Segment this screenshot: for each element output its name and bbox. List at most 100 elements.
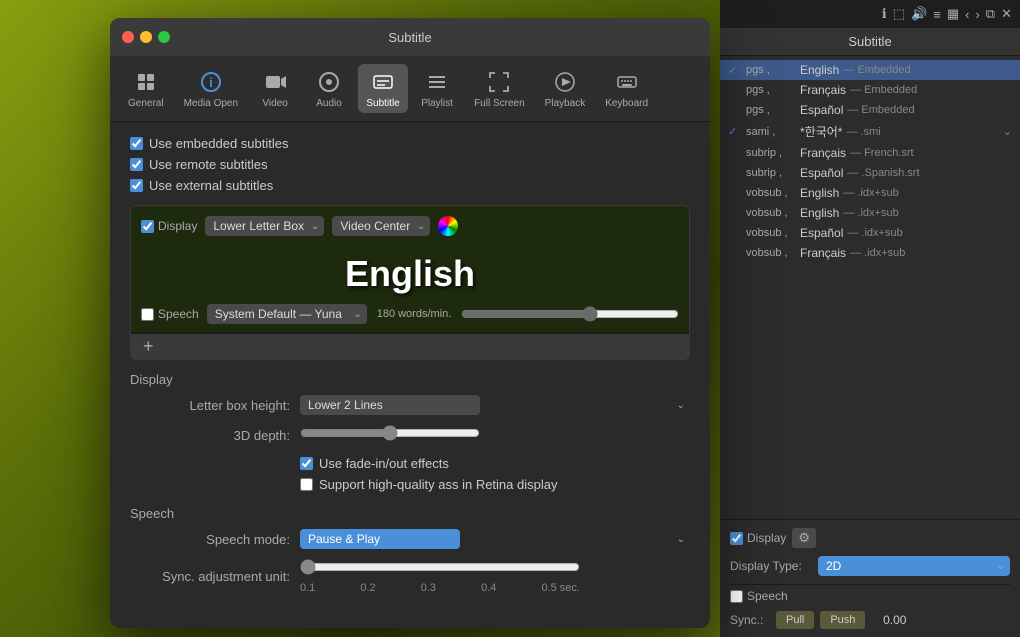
- use-embedded-row[interactable]: Use embedded subtitles: [130, 136, 690, 151]
- right-speech-row: Speech: [730, 589, 1010, 603]
- subtitle-item[interactable]: subrip , Español — .Spanish.srt: [720, 163, 1020, 183]
- video-center-select[interactable]: Video Center: [332, 216, 430, 236]
- subtitle-item[interactable]: vobsub , Español — .idx+sub: [720, 223, 1020, 243]
- toolbar-playback[interactable]: Playback: [537, 64, 594, 113]
- sync-value: 0.00: [871, 613, 906, 627]
- toolbar-playlist[interactable]: Playlist: [412, 64, 462, 113]
- fade-effects-text: Use fade-in/out effects: [319, 456, 449, 471]
- sync-mark-4: 0.4: [481, 582, 496, 594]
- right-display-checkbox-label[interactable]: Display: [730, 531, 786, 545]
- letter-box-select[interactable]: Lower Letter Box: [205, 216, 324, 236]
- display-type-select[interactable]: 2D: [818, 556, 1010, 576]
- sync-adjustment-control: 0.1 0.2 0.3 0.4 0.5 sec.: [300, 559, 690, 594]
- check-icon: ✓: [728, 125, 742, 138]
- right-display-label-text: Display: [747, 531, 786, 545]
- subtitle-format: vobsub ,: [746, 187, 796, 199]
- sync-push-button[interactable]: Push: [820, 611, 865, 629]
- use-external-row[interactable]: Use external subtitles: [130, 178, 690, 193]
- sync-adjustment-slider[interactable]: [300, 559, 580, 575]
- subtitle-icon: [369, 68, 397, 96]
- more-icon[interactable]: ✕: [1001, 6, 1012, 22]
- subtitle-item[interactable]: vobsub , English — .idx+sub: [720, 183, 1020, 203]
- subtitle-format: sami ,: [746, 126, 796, 138]
- subtitle-item[interactable]: pgs , Français — Embedded: [720, 80, 1020, 100]
- right-toolbar: ℹ ⬚ 🔊 ≡ ▦ ‹ › ⧉ ✕: [720, 0, 1020, 28]
- subtitle-item[interactable]: pgs , Español — Embedded: [720, 100, 1020, 120]
- subtitle-item[interactable]: vobsub , Français — .idx+sub: [720, 243, 1020, 263]
- add-subtitle-button[interactable]: +: [131, 333, 689, 359]
- volume-icon[interactable]: 🔊: [911, 6, 927, 22]
- info-icon[interactable]: ℹ: [882, 6, 887, 22]
- toolbar-fullscreen-label: Full Screen: [474, 98, 525, 109]
- speech-section-heading: Speech: [130, 506, 690, 521]
- speech-controls: System Default — Yuna 180 words/min.: [207, 304, 679, 324]
- fullscreen-icon: [485, 68, 513, 96]
- subtitle-item[interactable]: vobsub , English — .idx+sub: [720, 203, 1020, 223]
- pip-icon[interactable]: ⧉: [986, 6, 995, 22]
- forward-icon[interactable]: ›: [975, 7, 979, 22]
- expand-icon[interactable]: ⌄: [1003, 125, 1012, 138]
- toolbar-fullscreen[interactable]: Full Screen: [466, 64, 533, 113]
- toolbar-keyboard[interactable]: Keyboard: [597, 64, 656, 113]
- right-display-settings-button[interactable]: ⚙: [792, 528, 816, 548]
- subtitle-source: — Embedded: [847, 104, 914, 116]
- back-icon[interactable]: ‹: [965, 7, 969, 22]
- toolbar-general[interactable]: General: [120, 64, 172, 113]
- letter-box-height-wrapper: Lower 2 Lines: [300, 395, 690, 415]
- toolbar-subtitle[interactable]: Subtitle: [358, 64, 408, 113]
- toolbar-general-label: General: [128, 98, 164, 109]
- 3d-depth-slider[interactable]: [300, 425, 480, 441]
- subtitle-lang: English: [800, 63, 839, 77]
- subtitle-preview-box: Display Lower Letter Box Video Center En…: [130, 205, 690, 360]
- fade-effects-label[interactable]: Use fade-in/out effects: [300, 456, 449, 471]
- right-speech-checkbox[interactable]: [730, 590, 743, 603]
- fullscreen-button[interactable]: [158, 31, 170, 43]
- system-default-select[interactable]: System Default — Yuna: [207, 304, 367, 324]
- use-external-checkbox[interactable]: [130, 179, 143, 192]
- subtitle-format: pgs ,: [746, 104, 796, 116]
- toolbar-media-open[interactable]: i Media Open: [176, 64, 246, 113]
- speech-checkbox-label[interactable]: Speech: [141, 307, 199, 321]
- subtitle-format: subrip ,: [746, 147, 796, 159]
- subtitle-item[interactable]: subrip , Français — French.srt: [720, 143, 1020, 163]
- toolbar-video-label: Video: [262, 98, 287, 109]
- toolbar-video[interactable]: Video: [250, 64, 300, 113]
- toolbar-media-label: Media Open: [184, 98, 238, 109]
- subtitle-lang: English: [800, 186, 839, 200]
- subtitle-format: pgs ,: [746, 84, 796, 96]
- display-icon[interactable]: ⬚: [893, 6, 905, 22]
- subtitle-lang: Español: [800, 226, 843, 240]
- use-remote-checkbox[interactable]: [130, 158, 143, 171]
- high-quality-checkbox[interactable]: [300, 478, 313, 491]
- 3d-depth-control: [300, 425, 690, 446]
- right-display-checkbox[interactable]: [730, 532, 743, 545]
- sync-pull-button[interactable]: Pull: [776, 611, 814, 629]
- speech-checkbox[interactable]: [141, 308, 154, 321]
- chapters-icon[interactable]: ≡: [933, 7, 941, 22]
- toolbar-audio-label: Audio: [316, 98, 342, 109]
- sync-adjustment-label: Sync. adjustment unit:: [130, 569, 290, 584]
- use-remote-row[interactable]: Use remote subtitles: [130, 157, 690, 172]
- speech-row: Speech System Default — Yuna 180 words/m…: [141, 304, 679, 324]
- subtitle-item[interactable]: ✓ sami , *한국어* — .smi ⌄: [720, 120, 1020, 143]
- display-checkbox-label[interactable]: Display: [141, 216, 197, 236]
- main-window: Subtitle General i Media Open Video Audi: [110, 18, 710, 628]
- high-quality-label[interactable]: Support high-quality ass in Retina displ…: [300, 477, 557, 492]
- close-button[interactable]: [122, 31, 134, 43]
- minimize-button[interactable]: [140, 31, 152, 43]
- color-wheel[interactable]: [438, 216, 458, 236]
- right-display-row: Display ⚙: [730, 528, 1010, 548]
- wpm-slider[interactable]: [461, 306, 679, 322]
- subtitle-lang: Français: [800, 83, 846, 97]
- display-checkbox[interactable]: [141, 220, 154, 233]
- speech-mode-select[interactable]: Pause & Play: [300, 529, 460, 549]
- subtitle-item[interactable]: ✓ pgs , English — Embedded: [720, 60, 1020, 80]
- list-icon[interactable]: ▦: [947, 6, 959, 22]
- right-speech-checkbox-label[interactable]: Speech: [730, 589, 788, 603]
- fade-effects-checkbox[interactable]: [300, 457, 313, 470]
- letter-box-height-select[interactable]: Lower 2 Lines: [300, 395, 480, 415]
- use-embedded-checkbox[interactable]: [130, 137, 143, 150]
- audio-icon: [315, 68, 343, 96]
- toolbar-subtitle-label: Subtitle: [366, 98, 399, 109]
- toolbar-audio[interactable]: Audio: [304, 64, 354, 113]
